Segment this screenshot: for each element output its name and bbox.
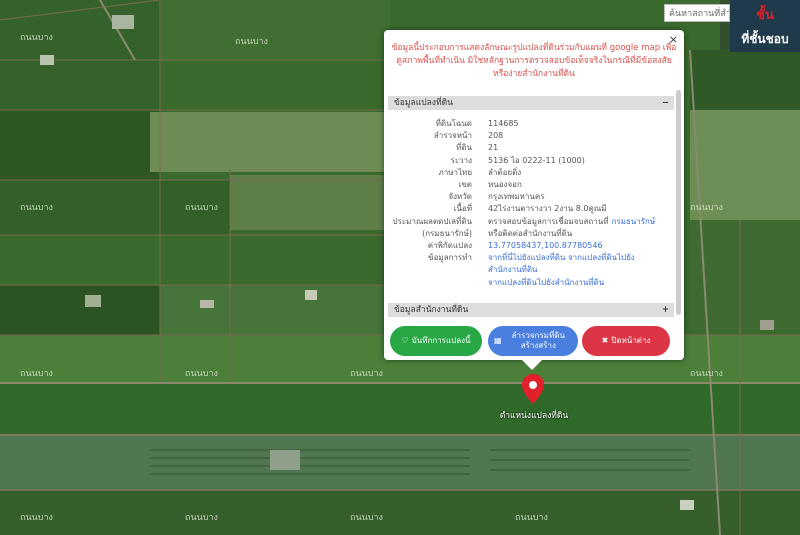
detail-link[interactable]: 13.77058437,100.87780546: [488, 241, 603, 250]
detail-value: 13.77058437,100.87780546: [488, 240, 672, 251]
detail-value: ลำต้อยติ่ง: [488, 167, 672, 178]
map-road-label: ถนนบาง: [20, 369, 53, 379]
detail-key: เขต: [458, 180, 472, 189]
survey-land-button[interactable]: ▦ ลำรวจกรมที่ดิน สร้างสร้าง: [488, 326, 578, 356]
map-road-label: ถนนบาง: [690, 203, 723, 213]
map-road-label: ถนนบาง: [515, 513, 548, 523]
detail-value-text: หนองจอก: [488, 180, 522, 189]
detail-value: หรือติดต่อสำนักงานที่ดิน: [488, 228, 672, 239]
detail-value: 21: [488, 142, 672, 153]
detail-value: 5136 ไอ 0222-11 (1000): [488, 155, 672, 166]
save-parcel-button[interactable]: ♡ บันทึกการแปลงนี้: [390, 326, 482, 356]
detail-link[interactable]: กรมธนารักษ์: [612, 217, 656, 226]
map-road-label: ถนนบาง: [235, 37, 268, 47]
detail-value: หนองจอก: [488, 179, 672, 190]
map-road-label: ถนนบาง: [185, 369, 218, 379]
table-icon: ▦: [494, 336, 502, 345]
land-office-section-header[interactable]: ข้อมูลสำนักงานที่ดิน +: [388, 303, 674, 317]
detail-key: ที่ดิน: [456, 143, 472, 153]
collapse-icon[interactable]: −: [662, 96, 669, 110]
detail-key: ภาษาไทย: [438, 167, 472, 177]
close-window-button[interactable]: ✖ ปิดหน้าต่าง: [582, 326, 670, 356]
expand-icon[interactable]: +: [662, 303, 669, 317]
top-right-panel[interactable]: ชั้น ที่ชั้นชอบ: [730, 0, 800, 52]
detail-key: ลำรวจหน้า: [433, 131, 472, 141]
pin-label: ตำแหน่งแปลงที่ดิน: [499, 411, 569, 421]
section-title: ข้อมูลสำนักงานที่ดิน: [394, 305, 469, 315]
detail-key: ที่ดินโฉนด: [435, 119, 472, 128]
detail-value-text: 42ไร่งานตารางวา 2งาน 8.0คูณมี: [488, 204, 607, 214]
map-road-label: ถนนบาง: [20, 203, 53, 213]
detail-key: ค่าพิกัดแปลง: [427, 241, 472, 250]
heart-icon: ♡: [401, 336, 409, 345]
detail-value-text: ตรวจสอบข้อมูลการเชื่อมจบสถานที่: [488, 216, 609, 226]
detail-key: เนื้อที่: [453, 204, 472, 214]
detail-value: 42ไร่งานตารางวา 2งาน 8.0คูณมี: [488, 203, 672, 214]
map-road-label: ถนนบาง: [690, 369, 723, 379]
detail-value: สำนักงานที่ดิน: [488, 264, 672, 275]
detail-link[interactable]: จากแปลงที่ดินไปยังสำนักงานที่ดิน: [488, 278, 604, 287]
top-right-red-text[interactable]: ชั้น: [730, 4, 800, 25]
detail-value: 208: [488, 130, 672, 141]
map-road-label: ถนนบาง: [20, 33, 53, 43]
map-road-label: ถนนบาง: [185, 513, 218, 523]
search-input[interactable]: ค้นหาสถานที่สำ: [664, 4, 730, 22]
detail-value: จากที่นี่ไปยังแปลงที่ดิน จากแปลงที่ดินไป…: [488, 252, 672, 263]
detail-link[interactable]: จากที่นี่ไปยังแปลงที่ดิน จากแปลงที่ดินไป…: [488, 253, 635, 262]
detail-key: ประมาณผลตดปเลที่ดิน: [392, 216, 473, 226]
detail-value: ตรวจสอบข้อมูลการเชื่อมจบสถานที่ กรมธนารัก…: [488, 216, 672, 227]
detail-value: 114685: [488, 118, 672, 129]
detail-key: ข้อมูลการทำ: [428, 253, 472, 263]
detail-key: (กรมธนารักษ์): [422, 228, 472, 238]
map-road-label: ถนนบาง: [350, 369, 383, 379]
map-road-label: ถนนบาง: [20, 513, 53, 523]
detail-value-text: 114685: [488, 119, 519, 128]
land-info-popup: × ข้อมูลนี้ประกอบการแสดงลักษณะรูปแปลงที่…: [384, 30, 684, 370]
detail-value-text: 5136 ไอ 0222-11 (1000): [488, 155, 585, 165]
detail-value-text: 208: [488, 131, 504, 141]
detail-value-text: หรือติดต่อสำนักงานที่ดิน: [488, 228, 573, 238]
detail-value: จากแปลงที่ดินไปยังสำนักงานที่ดิน: [488, 277, 672, 288]
top-right-white-text[interactable]: ที่ชั้นชอบ: [730, 30, 800, 49]
land-parcel-section-header[interactable]: ข้อมูลแปลงที่ดิน −: [388, 96, 674, 110]
disclaimer-notice: ข้อมูลนี้ประกอบการแสดงลักษณะรูปแปลงที่ดิ…: [391, 43, 677, 79]
detail-value-text: 21: [488, 143, 499, 153]
detail-link[interactable]: สำนักงานที่ดิน: [488, 265, 538, 274]
detail-value-text: ลำต้อยติ่ง: [488, 167, 522, 177]
detail-key: จังหวัด: [448, 192, 472, 202]
scrollbar[interactable]: [676, 90, 681, 315]
detail-value-text: กรุงเทพมหานคร: [488, 192, 545, 202]
detail-key: ระวาง: [450, 155, 472, 165]
close-icon: ✖: [601, 336, 609, 345]
section-title: ข้อมูลแปลงที่ดิน: [394, 98, 453, 108]
location-pin-icon[interactable]: [521, 374, 545, 404]
map-road-label: ถนนบาง: [185, 203, 218, 213]
detail-value: กรุงเทพมหานคร: [488, 191, 672, 202]
map-road-label: ถนนบาง: [350, 513, 383, 523]
